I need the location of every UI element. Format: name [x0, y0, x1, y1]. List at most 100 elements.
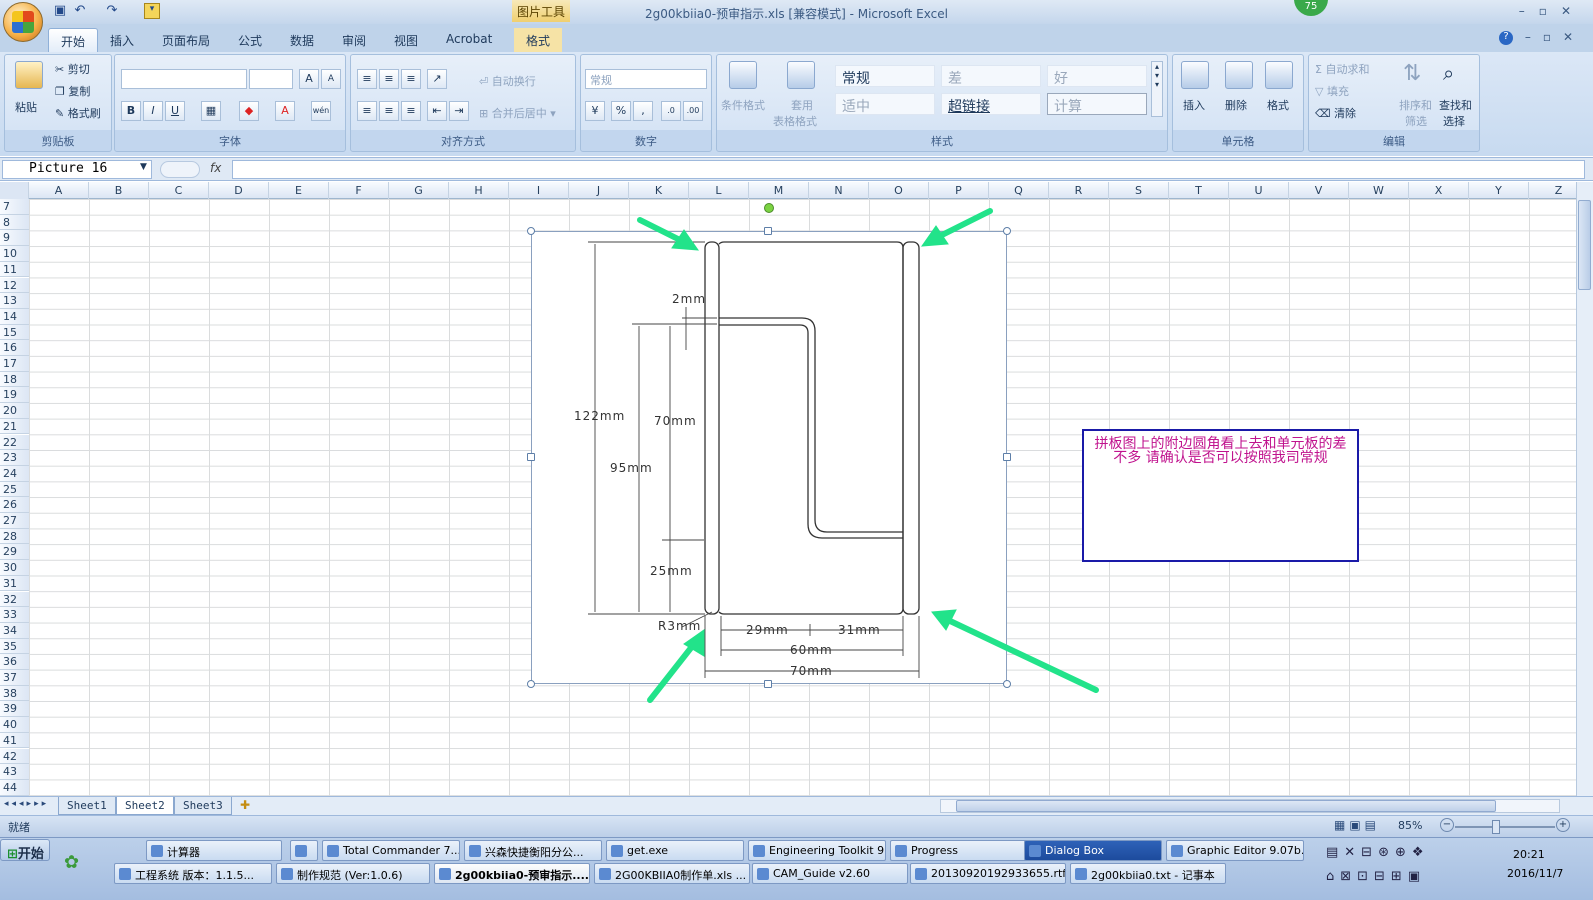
row-header[interactable]: 8: [0, 214, 29, 231]
help-icon[interactable]: ?: [1499, 31, 1513, 45]
taskbar-item[interactable]: 2g00kbiia0-预审指示....: [434, 863, 590, 884]
style-bad[interactable]: 差: [941, 65, 1041, 87]
percent-button[interactable]: %: [611, 101, 631, 121]
font-color-icon[interactable]: A: [275, 101, 295, 121]
find-select-line2[interactable]: 选择: [1443, 113, 1465, 129]
format-painter-button[interactable]: ✎ 格式刷: [55, 105, 101, 121]
column-header[interactable]: U: [1229, 182, 1289, 199]
delete-cells-icon[interactable]: [1225, 61, 1253, 89]
conditional-format-icon[interactable]: [729, 61, 757, 89]
taskbar-item[interactable]: 20130920192933655.rtf...: [910, 863, 1066, 884]
column-header[interactable]: X: [1409, 182, 1469, 199]
style-neutral[interactable]: 适中: [835, 93, 935, 115]
sort-filter-icon[interactable]: ⇅: [1403, 61, 1431, 89]
shrink-font-button[interactable]: A: [321, 69, 341, 89]
row-header[interactable]: 18: [0, 371, 29, 388]
bold-button[interactable]: B: [121, 101, 141, 121]
merge-center-button[interactable]: ⊞ 合并后居中 ▾: [479, 105, 556, 121]
column-header[interactable]: J: [569, 182, 629, 199]
taskbar-item[interactable]: Dialog Box: [1024, 840, 1162, 861]
clock-date[interactable]: 2016/11/7: [1507, 867, 1563, 880]
column-header[interactable]: M: [749, 182, 809, 199]
table-format-line2[interactable]: 表格格式: [773, 113, 817, 129]
comment-textbox[interactable]: 拼板图上的附边圆角看上去和单元板的差不多 请确认是否可以按照我司常规: [1082, 429, 1359, 562]
tab-view[interactable]: 视图: [382, 28, 430, 52]
find-select-line1[interactable]: 查找和: [1439, 97, 1472, 113]
insert-function-icon[interactable]: fx: [210, 161, 221, 175]
taskbar-item[interactable]: 制作规范 (Ver:1.0.6): [276, 863, 430, 884]
column-header[interactable]: D: [209, 182, 269, 199]
taskbar-item[interactable]: 2G00KBIIA0制作单.xls ...: [594, 863, 750, 884]
column-header[interactable]: K: [629, 182, 689, 199]
format-cells-icon[interactable]: [1265, 61, 1293, 89]
align-left-icon[interactable]: ≡: [357, 101, 377, 121]
tab-insert[interactable]: 插入: [98, 28, 146, 52]
taskbar-item[interactable]: get.exe: [606, 840, 744, 861]
style-good[interactable]: 好: [1047, 65, 1147, 87]
insert-cells-icon[interactable]: [1181, 61, 1209, 89]
horizontal-scroll-thumb[interactable]: [956, 800, 1496, 812]
row-header[interactable]: 33: [0, 607, 29, 623]
window-controls[interactable]: –▫✕: [1519, 4, 1585, 18]
column-header[interactable]: P: [929, 182, 989, 199]
decrease-indent-icon[interactable]: ⇤: [427, 101, 447, 121]
column-header[interactable]: G: [389, 182, 449, 199]
wrap-text-button[interactable]: ⏎ 自动换行: [479, 73, 536, 89]
column-header[interactable]: A: [29, 182, 89, 199]
row-header[interactable]: 37: [0, 670, 29, 686]
align-middle-icon[interactable]: ≡: [379, 69, 399, 89]
row-header[interactable]: 31: [0, 575, 29, 592]
clock-time[interactable]: 20:21: [1513, 848, 1545, 861]
italic-button[interactable]: I: [143, 101, 163, 121]
row-header[interactable]: 36: [0, 654, 29, 670]
taskbar-item[interactable]: [290, 840, 318, 861]
clear-button[interactable]: ⌫ 清除: [1315, 105, 1356, 121]
sort-filter-line1[interactable]: 排序和: [1399, 97, 1432, 113]
row-header[interactable]: 12: [0, 277, 29, 294]
resize-handle[interactable]: [764, 227, 772, 235]
conditional-format-button[interactable]: 条件格式: [721, 97, 765, 113]
sheet-tab[interactable]: Sheet3: [174, 797, 232, 815]
row-header[interactable]: 29: [0, 544, 29, 561]
row-header[interactable]: 38: [0, 685, 29, 702]
taskbar-item[interactable]: Progress: [890, 840, 1028, 861]
column-header[interactable]: B: [89, 182, 149, 199]
currency-icon[interactable]: ¥: [585, 101, 605, 121]
resize-handle[interactable]: [1003, 680, 1011, 688]
taskbar-item[interactable]: Graphic Editor 9.07b...: [1166, 840, 1304, 861]
tab-review[interactable]: 审阅: [330, 28, 378, 52]
name-box-dropdown-icon[interactable]: ▼: [140, 162, 147, 172]
row-header[interactable]: 17: [0, 356, 29, 372]
row-header[interactable]: 41: [0, 732, 29, 749]
column-header[interactable]: T: [1169, 182, 1229, 199]
sheet-tab[interactable]: Sheet1: [58, 797, 116, 815]
column-header[interactable]: I: [509, 182, 569, 199]
column-header[interactable]: E: [269, 182, 329, 199]
font-family-select[interactable]: [121, 69, 247, 89]
name-box[interactable]: Picture 16: [2, 160, 152, 179]
row-header[interactable]: 44: [0, 779, 29, 796]
row-header[interactable]: 30: [0, 560, 29, 576]
row-header[interactable]: 26: [0, 497, 29, 513]
row-header[interactable]: 20: [0, 403, 29, 419]
zoom-level[interactable]: 85%: [1398, 819, 1422, 832]
selected-picture[interactable]: 2mm 122mm 70mm 95mm 25mm R3mm 29mm 31mm …: [531, 231, 1007, 684]
row-header[interactable]: 40: [0, 717, 29, 733]
column-header[interactable]: O: [869, 182, 929, 199]
row-header[interactable]: 19: [0, 387, 29, 404]
cut-button[interactable]: ✂ 剪切: [55, 61, 90, 77]
column-header[interactable]: F: [329, 182, 389, 199]
minimize-icon[interactable]: –: [1519, 4, 1539, 18]
style-calculation[interactable]: 计算: [1047, 93, 1147, 115]
fill-color-icon[interactable]: ◆: [239, 101, 259, 121]
row-header[interactable]: 34: [0, 622, 29, 639]
column-header[interactable]: L: [689, 182, 749, 199]
zoom-slider[interactable]: [1455, 826, 1555, 828]
tab-formulas[interactable]: 公式: [226, 28, 274, 52]
sort-filter-line2[interactable]: 筛选: [1405, 113, 1427, 129]
view-buttons[interactable]: ▦▣▤: [1334, 818, 1394, 834]
taskbar-item[interactable]: CAM_Guide v2.60: [752, 863, 908, 884]
tab-home[interactable]: 开始: [48, 28, 99, 52]
row-header[interactable]: 7: [0, 199, 29, 215]
formula-bar-splitter[interactable]: [160, 161, 200, 178]
